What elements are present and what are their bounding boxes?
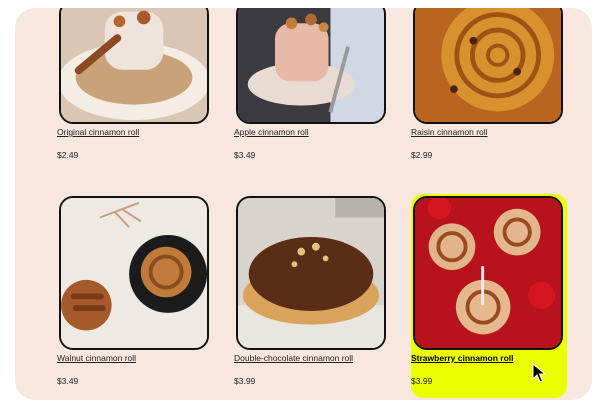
product-card-double-chocolate[interactable]: Double-chocolate cinnamon roll $3.99: [234, 194, 390, 398]
product-image-strawberry[interactable]: [413, 196, 563, 350]
product-name[interactable]: Strawberry cinnamon roll: [411, 353, 514, 363]
product-name[interactable]: Apple cinnamon roll: [234, 127, 309, 137]
product-price: $2.99: [411, 150, 433, 160]
product-price: $3.99: [411, 376, 433, 386]
product-price: $3.49: [57, 376, 79, 386]
product-price: $3.49: [234, 150, 256, 160]
mouse-cursor-icon: [532, 363, 546, 383]
product-name[interactable]: Double-chocolate cinnamon roll: [234, 353, 353, 363]
product-image-apple[interactable]: [236, 8, 386, 124]
product-image-double-chocolate[interactable]: [236, 196, 386, 350]
product-image-original[interactable]: [59, 8, 209, 124]
product-image-walnut[interactable]: [59, 196, 209, 350]
product-grid: Original cinnamon roll $2.49 Apple cinna…: [15, 8, 592, 400]
product-card-raisin[interactable]: Raisin cinnamon roll $2.99: [411, 8, 567, 168]
product-image-raisin[interactable]: [413, 8, 563, 124]
product-card-original[interactable]: Original cinnamon roll $2.49: [57, 8, 213, 168]
product-name[interactable]: Raisin cinnamon roll: [411, 127, 488, 137]
product-price: $2.49: [57, 150, 79, 160]
product-price: $3.99: [234, 376, 256, 386]
product-name[interactable]: Original cinnamon roll: [57, 127, 139, 137]
product-card-apple[interactable]: Apple cinnamon roll $3.49: [234, 8, 390, 168]
product-name[interactable]: Walnut cinnamon roll: [57, 353, 136, 363]
product-card-walnut[interactable]: Walnut cinnamon roll $3.49: [57, 194, 213, 398]
